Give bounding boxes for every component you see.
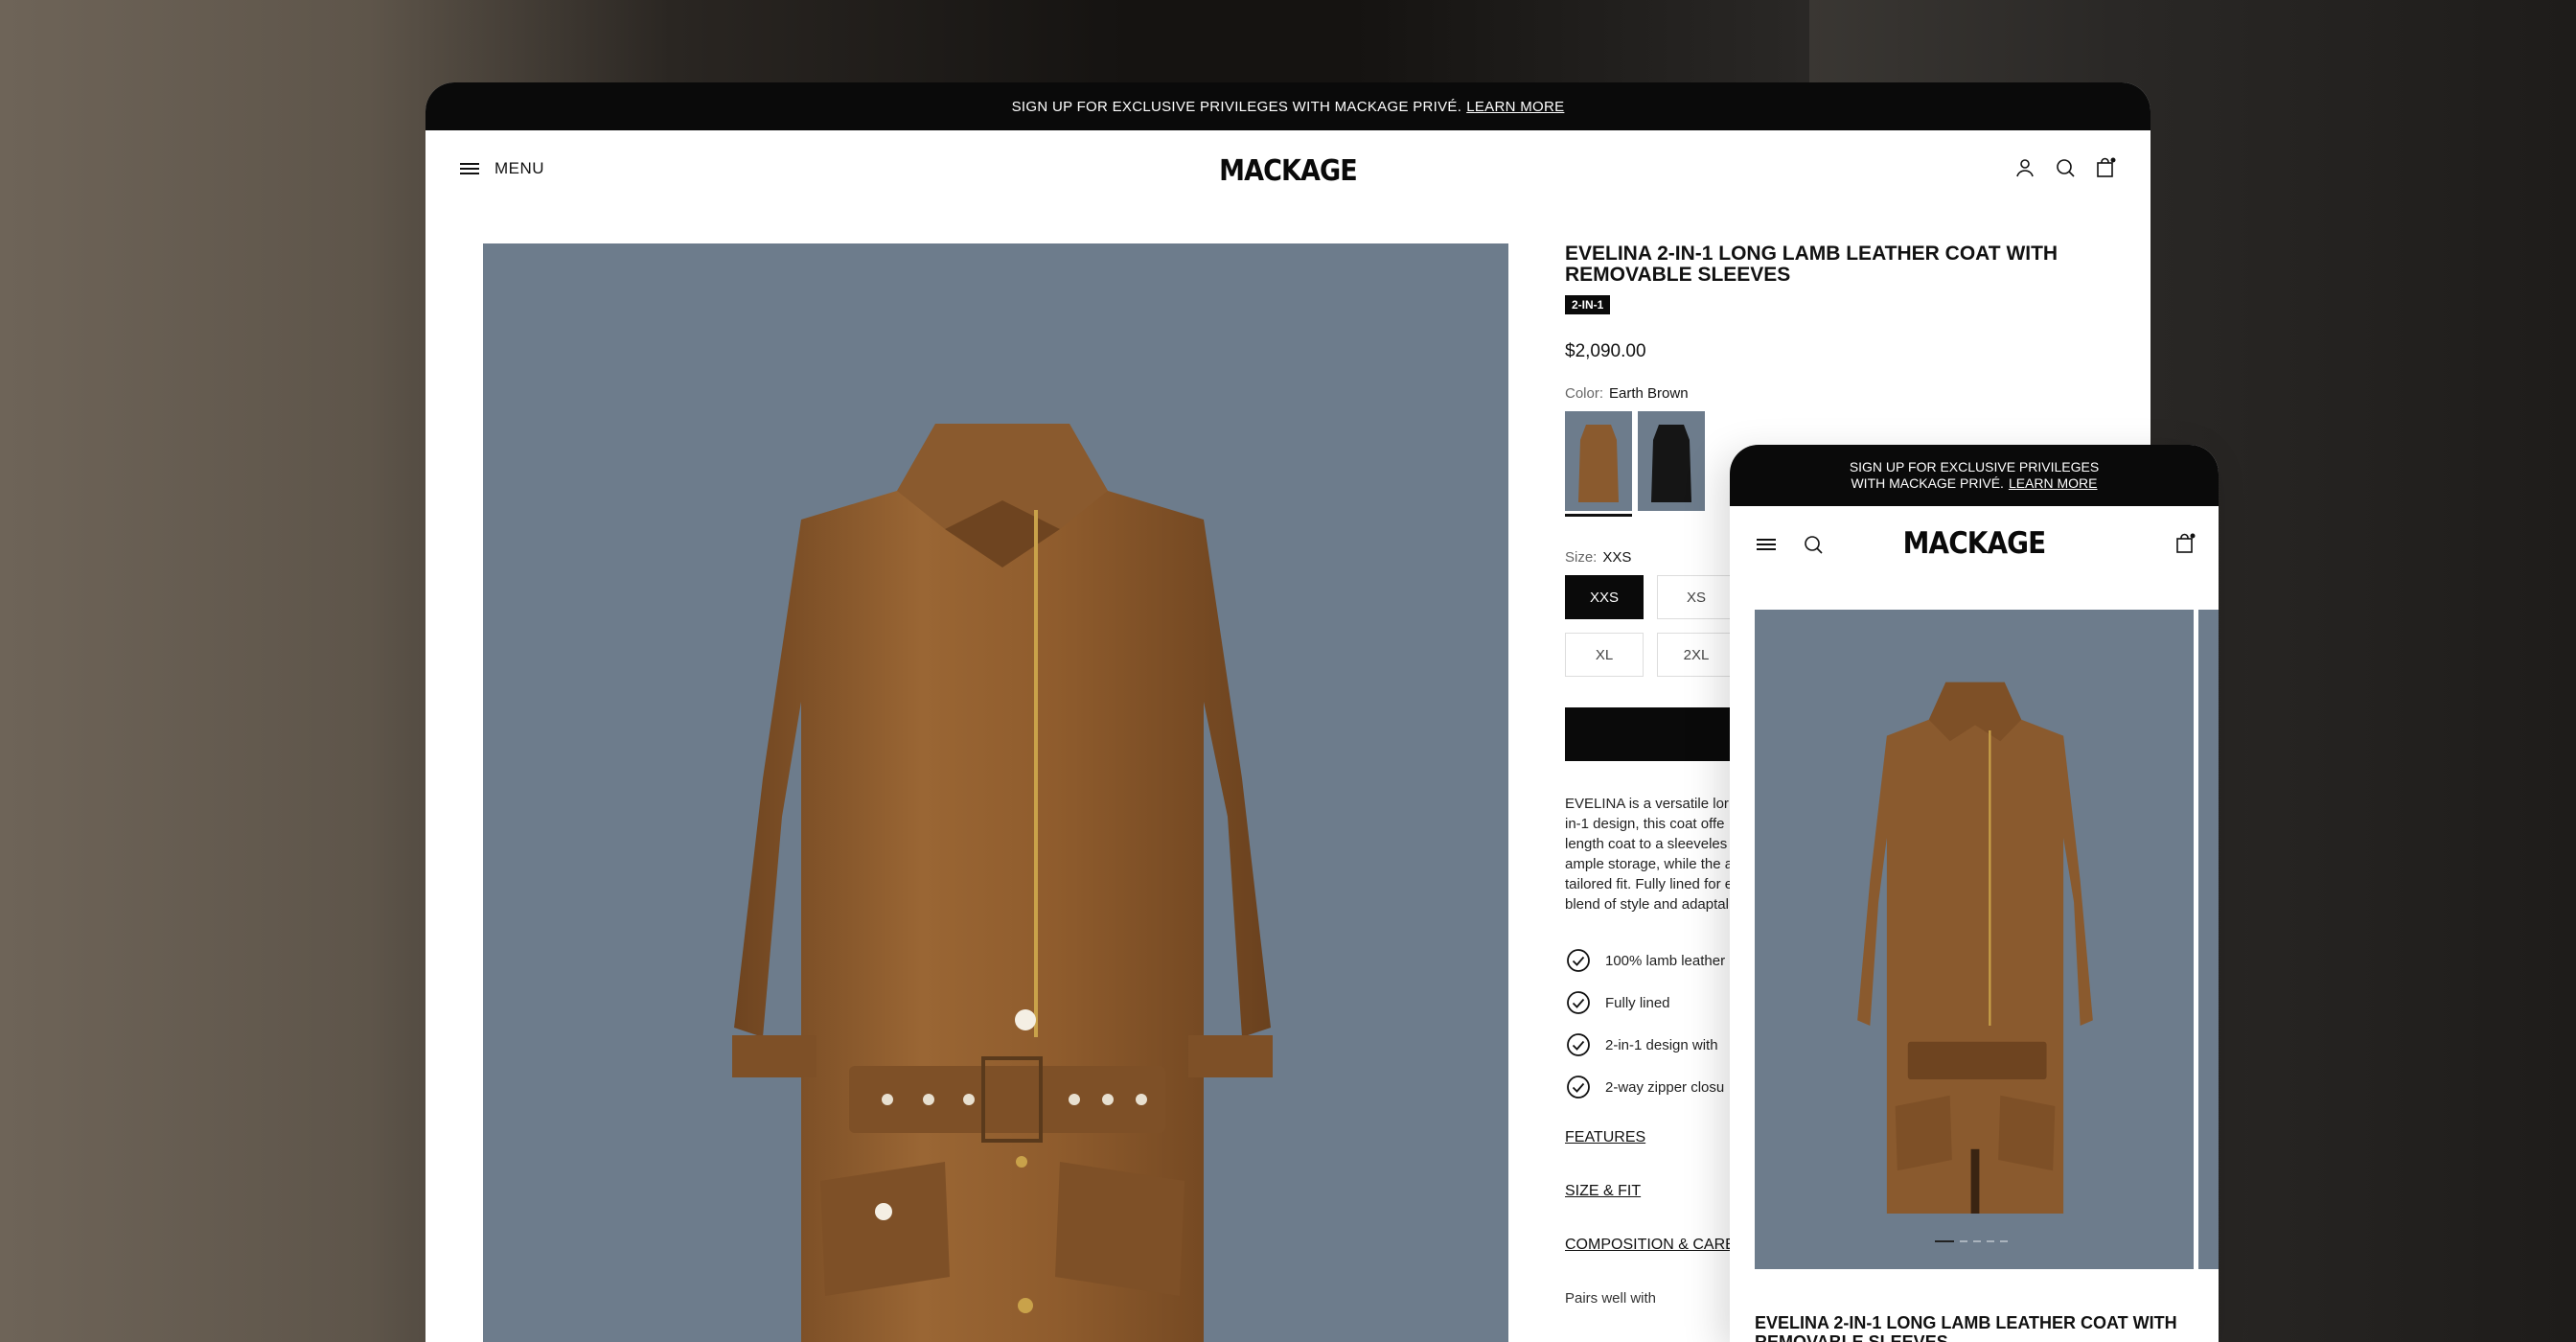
product-badge: 2-IN-1 [1565, 295, 1611, 314]
search-icon[interactable] [2055, 157, 2076, 178]
account-icon[interactable] [2014, 157, 2036, 178]
mobile-product-title: EVELINA 2-IN-1 LONG LAMB LEATHER COAT WI… [1755, 1313, 2177, 1342]
coat-illustration [732, 424, 1273, 1342]
mobile-next-image-peek[interactable] [2198, 610, 2219, 1269]
check-circle-icon [1567, 991, 1590, 1014]
promo-banner: SIGN UP FOR EXCLUSIVE PRIVILEGES WITH MA… [426, 82, 2150, 130]
mobile-header: MACKAGE [1730, 506, 2219, 577]
size-option-2xl[interactable]: 2XL [1657, 633, 1736, 677]
size-value: XXS [1602, 549, 1632, 566]
mobile-site-logo[interactable]: MACKAGE [1755, 526, 2195, 561]
promo-text: SIGN UP FOR EXCLUSIVE PRIVILEGES WITH MA… [1011, 98, 1462, 115]
mobile-product-image[interactable] [1755, 610, 2194, 1269]
color-value: Earth Brown [1609, 385, 1689, 402]
carousel-dots[interactable] [1935, 1240, 2008, 1242]
size-option-xxs[interactable]: XXS [1565, 575, 1644, 619]
mobile-promo-banner: SIGN UP FOR EXCLUSIVE PRIVILEGES WITH MA… [1730, 445, 2219, 506]
check-circle-icon [1567, 1076, 1590, 1099]
check-circle-icon [1567, 1033, 1590, 1056]
cart-icon[interactable] [2174, 533, 2196, 554]
mobile-promo-line2: WITH MACKAGE PRIVÉ. [1851, 475, 2004, 491]
background-top [671, 0, 1809, 86]
mobile-promo-learn-more-link[interactable]: LEARN MORE [2009, 475, 2098, 491]
color-swatch-brown[interactable] [1565, 411, 1632, 517]
promo-learn-more-link[interactable]: LEARN MORE [1466, 99, 1564, 115]
mobile-window: SIGN UP FOR EXCLUSIVE PRIVILEGES WITH MA… [1730, 445, 2219, 1342]
cart-icon[interactable] [2095, 157, 2116, 178]
product-main-image[interactable] [483, 243, 1508, 1342]
add-to-bag-button[interactable] [1565, 707, 1757, 761]
site-header: MENU MACKAGE [426, 130, 2150, 211]
product-title: EVELINA 2-IN-1 LONG LAMB LEATHER COAT WI… [1565, 243, 2058, 286]
product-price: $2,090.00 [1565, 341, 1646, 361]
color-swatch-black[interactable] [1638, 411, 1705, 511]
check-circle-icon [1567, 949, 1590, 972]
product-description: EVELINA is a versatile lor in-1 design, … [1565, 796, 1734, 913]
site-logo[interactable]: MACKAGE [512, 154, 2064, 188]
coat-illustration [1857, 682, 2093, 1214]
size-option-xs[interactable]: XS [1657, 575, 1736, 619]
color-label: Color: Earth Brown [1565, 385, 1689, 402]
hamburger-icon [460, 163, 479, 174]
mobile-promo-line1: SIGN UP FOR EXCLUSIVE PRIVILEGES [1849, 459, 2100, 474]
size-option-xl[interactable]: XL [1565, 633, 1644, 677]
